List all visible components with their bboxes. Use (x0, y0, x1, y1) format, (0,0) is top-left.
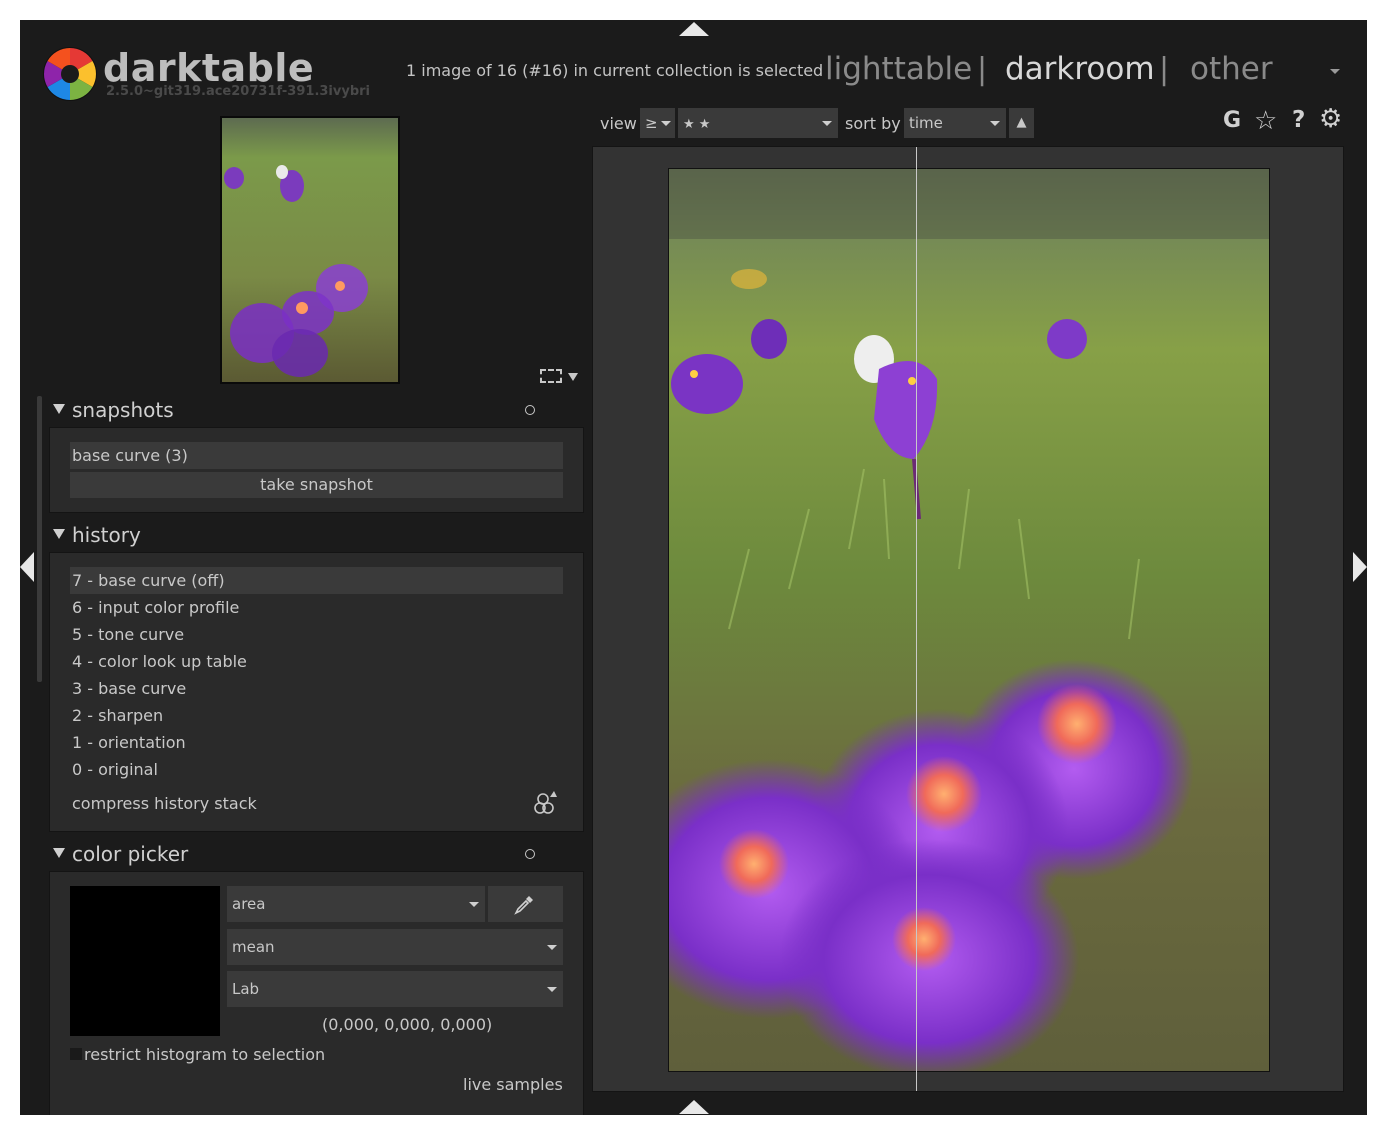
other-dropdown-icon[interactable] (1330, 69, 1340, 74)
zoom-fit-icon[interactable] (540, 369, 562, 383)
rating-comparator-select[interactable]: ≥ (640, 108, 675, 138)
collapse-arrow-icon[interactable] (53, 848, 65, 858)
chevron-down-icon (547, 987, 557, 992)
history-item[interactable]: 6 - input color profile (72, 598, 239, 617)
eyedropper-icon (514, 896, 533, 915)
history-item[interactable]: 4 - color look up table (72, 652, 247, 671)
color-picker-toggle-button[interactable] (488, 886, 563, 922)
take-snapshot-button[interactable]: take snapshot (70, 472, 563, 498)
left-panel-scrollbar[interactable] (37, 396, 42, 682)
main-image[interactable] (668, 168, 1270, 1072)
top-panel-toggle[interactable] (679, 22, 709, 36)
sort-ascending-icon: ▲ (1016, 115, 1027, 130)
history-item-selected[interactable]: 7 - base curve (off) (70, 567, 563, 594)
view-filter-label: view (600, 114, 637, 133)
restrict-histogram-checkbox[interactable] (70, 1048, 82, 1060)
star-icon[interactable]: ☆ (1254, 106, 1277, 136)
snapshots-header[interactable]: snapshots (72, 398, 174, 422)
picker-mode-value: area (232, 895, 266, 913)
darktable-window: darktable 2.5.0~git319.ace20731f-391.3iv… (20, 20, 1367, 1115)
picker-mode-select[interactable]: area (227, 886, 485, 922)
rating-filter-value: ★ ★ (683, 117, 711, 132)
gear-icon[interactable]: ⚙ (1319, 104, 1342, 134)
chevron-down-icon (547, 945, 557, 950)
history-header[interactable]: history (72, 523, 141, 547)
chevron-down-icon (822, 121, 832, 126)
live-samples-label[interactable]: live samples (463, 1075, 563, 1094)
collection-status: 1 image of 16 (#16) in current collectio… (406, 61, 824, 80)
restrict-histogram-label[interactable]: restrict histogram to selection (84, 1045, 325, 1064)
view-other[interactable]: other (1190, 51, 1273, 87)
collapse-arrow-icon[interactable] (53, 529, 65, 539)
left-panel-toggle[interactable] (20, 552, 34, 582)
statistic-select[interactable]: mean (227, 929, 563, 965)
sort-direction-button[interactable]: ▲ (1009, 108, 1034, 138)
history-item[interactable]: 1 - orientation (72, 733, 186, 752)
center-view[interactable] (592, 146, 1344, 1092)
view-separator: | (977, 52, 988, 87)
color-space-value: Lab (232, 980, 260, 998)
color-space-select[interactable]: Lab (227, 971, 563, 1007)
chevron-down-icon (661, 121, 671, 126)
history-item[interactable]: 2 - sharpen (72, 706, 163, 725)
zoom-dropdown-icon[interactable] (568, 373, 578, 381)
snapshots-panel: base curve (3) take snapshot (49, 427, 584, 513)
darktable-logo-icon (42, 46, 98, 102)
sort-value: time (909, 114, 943, 132)
history-item[interactable]: 0 - original (72, 760, 158, 779)
reset-icon[interactable] (525, 405, 535, 415)
view-separator: | (1159, 52, 1170, 87)
navigation-thumbnail[interactable] (220, 116, 400, 384)
snapshot-split-line[interactable] (916, 147, 917, 1091)
right-panel-toggle[interactable] (1353, 552, 1367, 582)
view-darkroom[interactable]: darkroom (1005, 51, 1155, 87)
chevron-down-icon (469, 902, 479, 907)
snapshot-item[interactable]: base curve (3) (70, 442, 563, 469)
grouping-icon[interactable]: G (1223, 108, 1241, 133)
picked-values: (0,000, 0,000, 0,000) (322, 1015, 493, 1034)
sort-select[interactable]: time (904, 108, 1006, 138)
view-lighttable[interactable]: lighttable (825, 51, 972, 87)
bottom-panel-toggle[interactable] (679, 1100, 709, 1114)
compress-history-button[interactable]: compress history stack (72, 794, 257, 813)
color-picker-panel: area mean Lab (0,000, 0,000, 0,000) rest… (49, 871, 584, 1115)
reset-icon[interactable] (525, 849, 535, 859)
styles-icon[interactable] (534, 789, 558, 815)
history-panel: 7 - base curve (off) 6 - input color pro… (49, 552, 584, 832)
collapse-arrow-icon[interactable] (53, 404, 65, 414)
statistic-value: mean (232, 938, 275, 956)
rating-filter-select[interactable]: ★ ★ (678, 108, 838, 138)
color-picker-header[interactable]: color picker (72, 842, 188, 866)
rating-comparator-value: ≥ (645, 114, 658, 132)
history-item[interactable]: 3 - base curve (72, 679, 186, 698)
sort-by-label: sort by (845, 114, 901, 133)
app-version: 2.5.0~git319.ace20731f-391.3ivybri (106, 84, 370, 99)
help-icon[interactable]: ? (1292, 107, 1305, 133)
history-item[interactable]: 5 - tone curve (72, 625, 184, 644)
color-swatch (70, 886, 220, 1036)
chevron-down-icon (990, 121, 1000, 126)
